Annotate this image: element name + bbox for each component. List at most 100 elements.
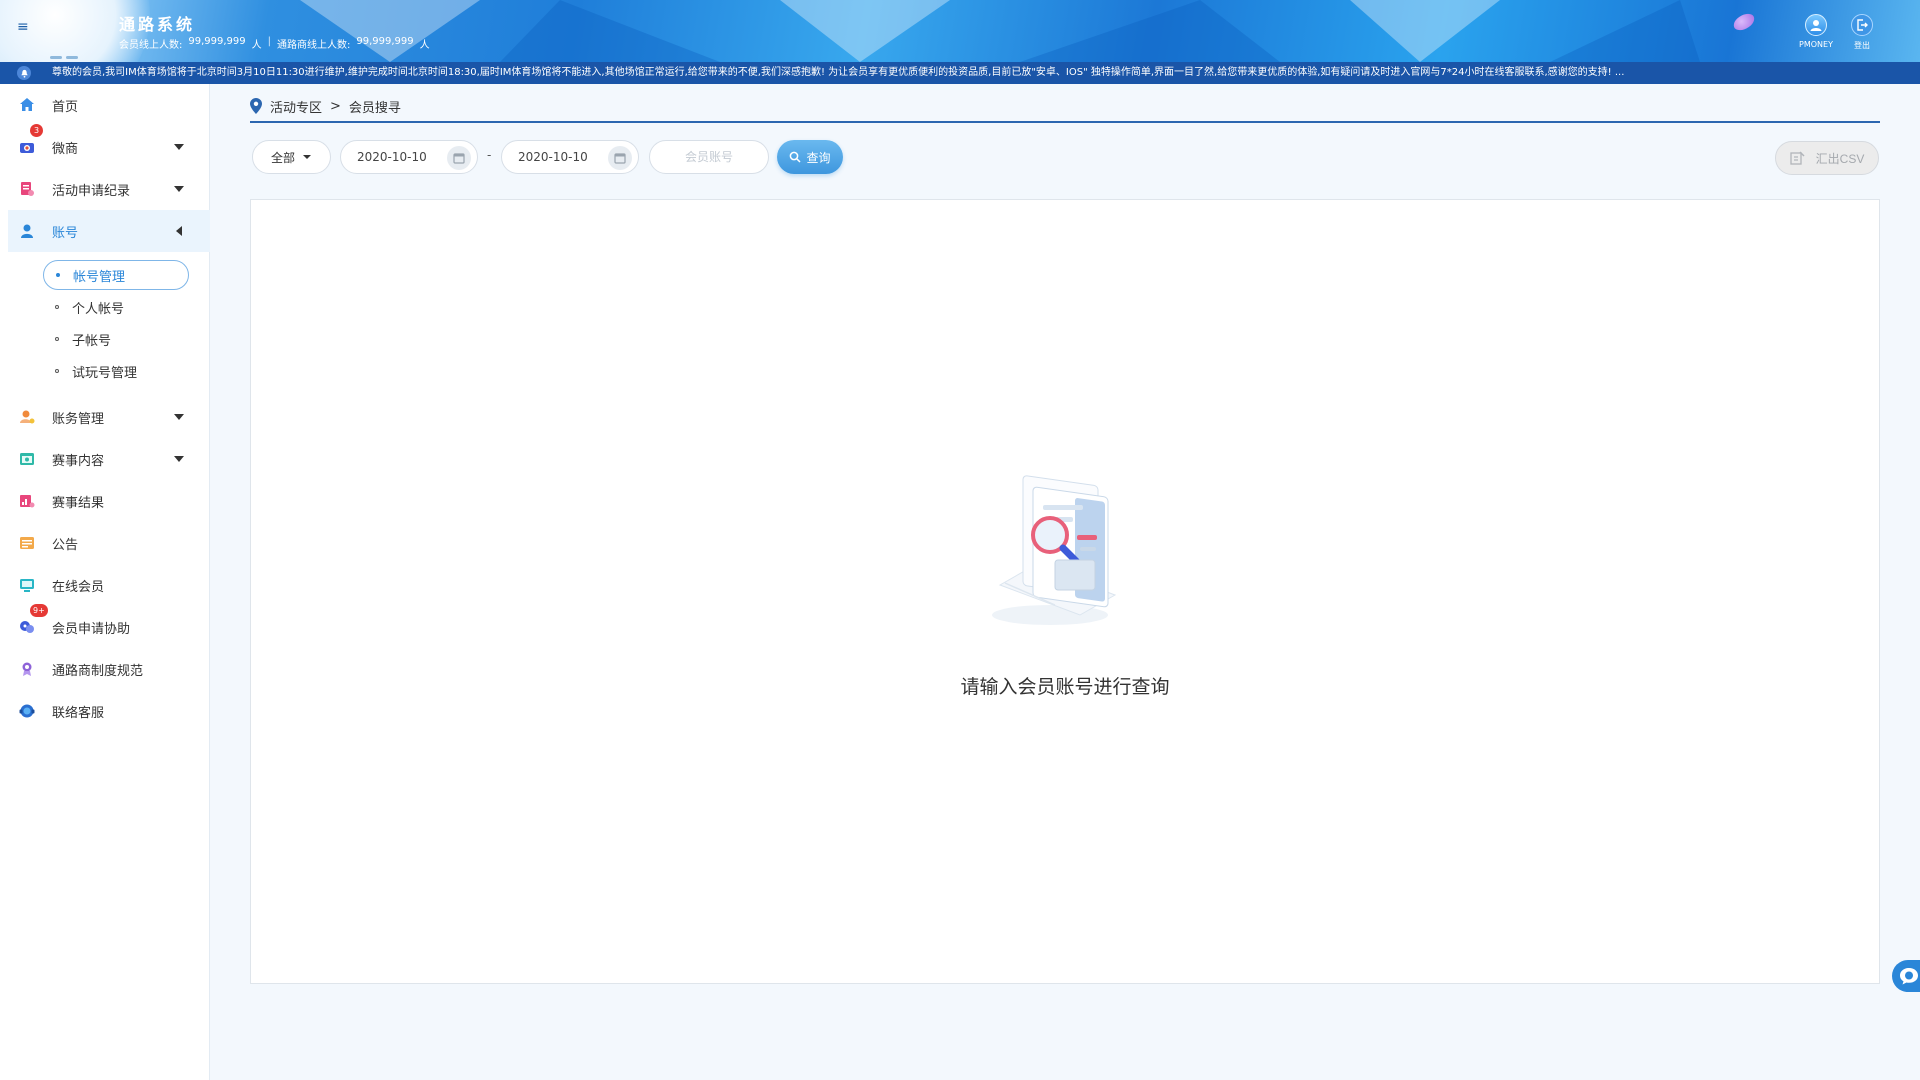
breadcrumb-parent[interactable]: 活动专区 <box>270 97 322 116</box>
sidebar-item-label: 会员申请协助 <box>52 621 131 637</box>
sub-item-sub-account[interactable]: 子帐号 <box>43 324 189 354</box>
sidebar-item-label: 联络客服 <box>52 705 105 721</box>
logout-label: 登出 <box>1854 41 1870 50</box>
member-assist-badge: 9+ <box>30 604 48 617</box>
empty-search-illustration <box>992 475 1117 625</box>
chevron-down-icon <box>174 456 184 462</box>
member-online-label: 会员线上人数: <box>119 40 183 51</box>
logo-dashes <box>50 44 94 59</box>
home-icon <box>20 98 34 111</box>
top-header: ≡ 通路系统 会员线上人数: 99,999,999 人 | 通路商线上人数: 9… <box>0 0 1920 62</box>
agent-online-unit: 人 <box>419 40 430 51</box>
user-avatar-icon <box>1805 14 1827 36</box>
sidebar-item-label: 首页 <box>52 99 79 115</box>
sub-item-trial-account[interactable]: 试玩号管理 <box>43 356 189 386</box>
header-background-pattern <box>300 0 1700 62</box>
chevron-down-icon <box>174 144 184 150</box>
chat-bubble-icon <box>1900 968 1918 985</box>
type-select[interactable]: 全部 <box>252 140 331 174</box>
bullet-icon <box>55 369 59 373</box>
start-date-value: 2020-10-10 <box>357 150 427 164</box>
breadcrumb-divider <box>250 121 1880 123</box>
calendar-icon[interactable] <box>608 146 632 170</box>
end-date-field[interactable]: 2020-10-10 <box>501 140 639 174</box>
marquee-text: 尊敬的会员,我司IM体育场馆将于北京时间3月10日11:30进行维护,维护完成时… <box>52 67 1625 78</box>
menu-toggle-icon[interactable]: ≡ <box>17 20 31 34</box>
system-title: 通路系统 <box>119 15 196 34</box>
search-button[interactable]: 查询 <box>777 140 843 174</box>
end-date-value: 2020-10-10 <box>518 150 588 164</box>
online-member-icon <box>20 579 34 592</box>
bullet-icon <box>55 337 59 341</box>
start-date-field[interactable]: 2020-10-10 <box>340 140 478 174</box>
sidebar-item-label: 赛事内容 <box>52 453 105 469</box>
sidebar-item-label: 账号 <box>52 225 79 241</box>
announcement-icon <box>20 537 34 549</box>
sub-item-account-management[interactable]: 帐号管理 <box>43 260 189 290</box>
wechat-shop-badge: 3 <box>30 124 43 137</box>
chevron-left-icon <box>176 226 182 236</box>
sidebar-item-label: 活动申请纪录 <box>52 183 131 199</box>
user-profile-button[interactable]: PMONEY <box>1796 14 1836 49</box>
date-range-separator: - <box>487 148 492 162</box>
sidebar-item-label: 赛事结果 <box>52 495 105 511</box>
member-online-value: 99,999,999 <box>188 36 246 47</box>
logout-icon <box>1851 14 1873 36</box>
sidebar-item-home[interactable]: 首页 <box>8 84 210 126</box>
member-account-input[interactable] <box>649 140 769 174</box>
sidebar-item-online-member[interactable]: 在线会员 <box>8 564 210 606</box>
activity-record-icon <box>21 182 34 196</box>
sub-item-label: 子帐号 <box>72 333 112 349</box>
sidebar-item-activity-record[interactable]: 活动申请纪录 <box>8 168 210 210</box>
calendar-icon[interactable] <box>447 146 471 170</box>
search-button-label: 查询 <box>806 150 831 165</box>
export-csv-button[interactable]: 汇出CSV <box>1775 141 1879 175</box>
bullet-icon <box>55 305 59 309</box>
sidebar-item-event-content[interactable]: 赛事内容 <box>8 438 210 480</box>
user-name-label: PMONEY <box>1799 40 1833 49</box>
floating-chat-button[interactable] <box>1892 960 1920 992</box>
member-assist-icon <box>20 621 34 633</box>
sidebar-item-label: 通路商制度规范 <box>52 663 144 679</box>
event-result-icon <box>20 495 35 508</box>
sidebar-item-finance[interactable]: 账务管理 <box>8 396 210 438</box>
member-online-unit: 人 <box>251 40 262 51</box>
type-select-value: 全部 <box>271 150 296 165</box>
chevron-down-icon <box>174 186 184 192</box>
finance-icon <box>20 410 35 424</box>
sidebar-item-event-result[interactable]: 赛事结果 <box>8 480 210 522</box>
sidebar-item-member-assist[interactable]: 9+ 会员申请协助 <box>8 604 210 648</box>
chevron-down-icon <box>303 155 312 159</box>
export-button-label: 汇出CSV <box>1815 151 1865 166</box>
sidebar-item-announcement[interactable]: 公告 <box>8 522 210 564</box>
announcement-marquee: 尊敬的会员,我司IM体育场馆将于北京时间3月10日11:30进行维护,维护完成时… <box>0 62 1920 84</box>
breadcrumb-separator: > <box>330 98 341 114</box>
sidebar-item-label: 公告 <box>52 537 79 553</box>
chevron-down-icon <box>174 414 184 420</box>
customer-service-icon <box>19 704 35 718</box>
online-stats: 会员线上人数: 99,999,999 人 | 通路商线上人数: 99,999,9… <box>119 36 430 51</box>
sidebar-item-agent-rules[interactable]: 通路商制度规范 <box>8 648 210 690</box>
sidebar-item-customer-service[interactable]: 联络客服 <box>8 690 210 732</box>
sidebar: 首页 3 微商 活动申请纪录 账号 帐号管理 个人帐号 子帐号 试玩号管理 账务… <box>0 84 210 1080</box>
agent-online-label: 通路商线上人数: <box>277 40 351 51</box>
sub-item-label: 个人帐号 <box>72 301 125 317</box>
sidebar-item-label: 在线会员 <box>52 579 105 595</box>
account-icon <box>21 224 33 238</box>
sidebar-item-wechat-shop[interactable]: 3 微商 <box>8 124 210 168</box>
sub-item-personal-account[interactable]: 个人帐号 <box>43 292 189 322</box>
bell-icon <box>17 66 31 80</box>
wechat-shop-icon <box>20 143 34 153</box>
sidebar-item-account[interactable]: 账号 <box>8 210 210 252</box>
search-icon <box>790 151 802 163</box>
stats-separator: | <box>267 36 272 47</box>
breadcrumb: 活动专区 > 会员搜寻 <box>250 96 401 116</box>
empty-state-message: 请输入会员账号进行查询 <box>960 676 1170 698</box>
sub-item-label: 帐号管理 <box>73 269 126 285</box>
agent-online-value: 99,999,999 <box>356 36 414 47</box>
location-pin-icon <box>250 98 262 114</box>
export-icon <box>1790 151 1805 165</box>
logout-button[interactable]: 登出 <box>1842 14 1882 51</box>
decorative-petal <box>1731 11 1757 33</box>
sidebar-item-label: 账务管理 <box>52 411 105 427</box>
